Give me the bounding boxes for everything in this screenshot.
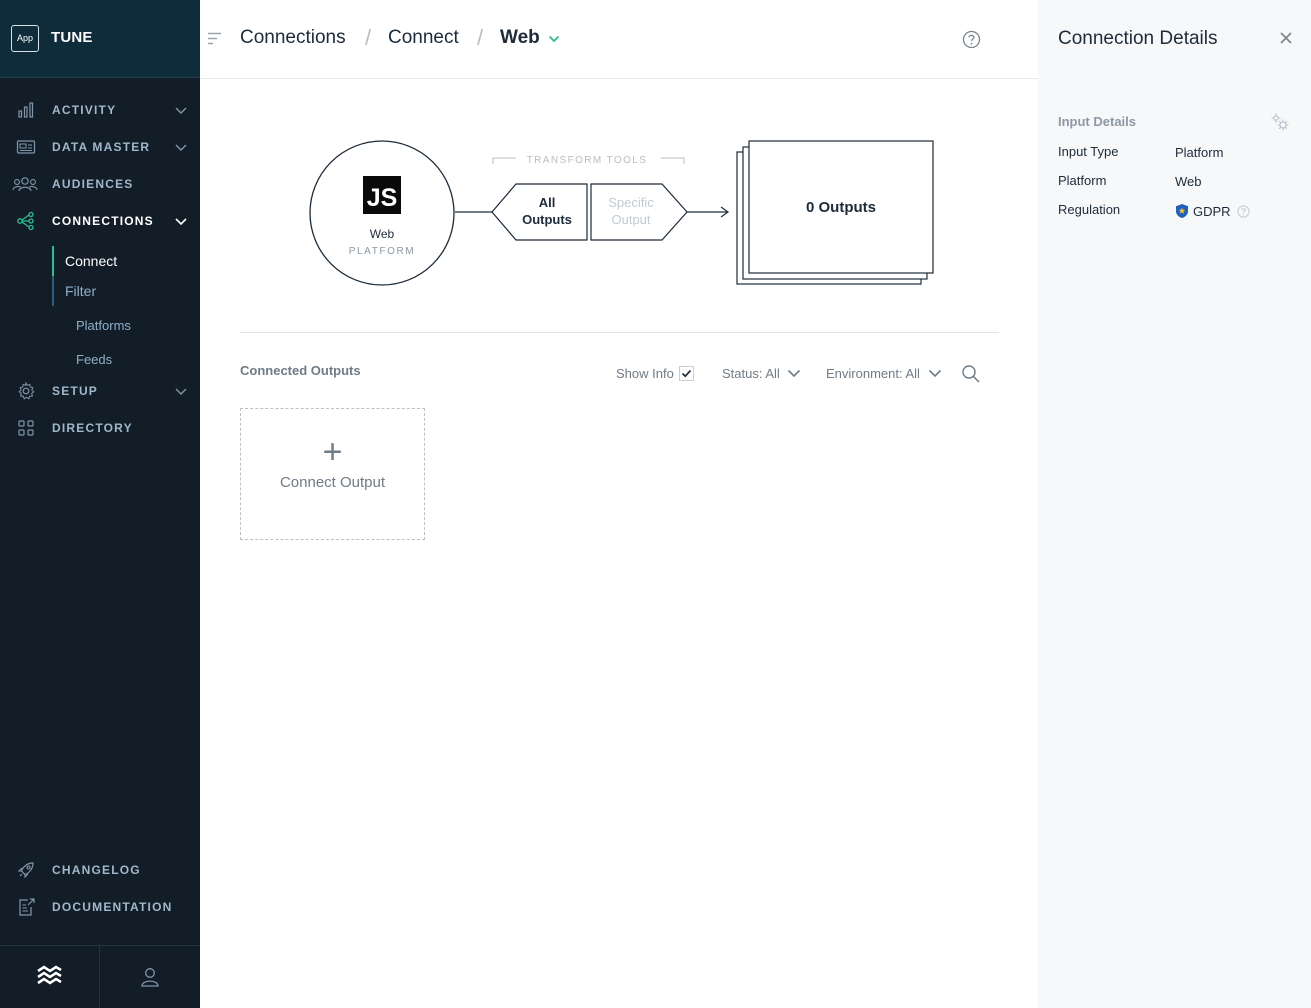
page-header: Connections / Connect / Web [200,0,1038,79]
breadcrumb-connect[interactable]: Connect [388,27,459,49]
grid-icon [18,420,34,436]
input-name: Web [370,227,395,241]
footer-divider [99,945,100,1008]
chevron-down-icon[interactable] [175,104,187,116]
sidebar-item-setup[interactable]: SETUP [0,376,200,406]
sidebar-item-documentation[interactable]: DOCUMENTATION [0,892,200,922]
chevron-down-icon[interactable] [548,34,560,44]
sidebar-item-directory[interactable]: DIRECTORY [0,413,200,443]
sidebar-item-activity[interactable]: ACTIVITY [0,95,200,125]
regulation-value: GDPR [1193,204,1231,219]
chevron-down-icon[interactable] [175,141,187,153]
active-indicator [52,246,54,276]
sidebar-subitem-platforms[interactable]: Platforms [76,318,131,333]
sidebar: App TUNE ACTIVITY DATA MASTER AUDIENCES … [0,0,200,1008]
collapse-menu-icon[interactable] [207,32,222,45]
sidebar-item-label: CONNECTIONS [52,214,154,228]
sidebar-item-audiences[interactable]: AUDIENCES [0,169,200,199]
breadcrumb-web[interactable]: Web [500,27,540,49]
plus-icon: + [322,433,343,471]
chevron-down-icon[interactable] [175,385,187,397]
rocket-icon [17,862,34,879]
sidebar-item-label: DIRECTORY [52,421,133,435]
connections-icon [17,211,34,231]
sidebar-footer [0,945,200,1008]
connection-flow-diagram: JS Web PLATFORM TRANSFORM TOOLS All Outp… [309,140,934,286]
sidebar-subitem-filter[interactable]: Filter [65,283,96,299]
sidebar-item-label: DOCUMENTATION [52,900,173,914]
arrow-right-icon [687,206,730,218]
brand-name: TUNE [51,29,93,46]
search-icon[interactable] [961,364,980,383]
breadcrumb-separator: / [477,25,484,50]
sidebar-item-label: AUDIENCES [52,177,134,191]
transform-all-line2: Outputs [522,212,572,227]
panel-title: Connection Details [1058,28,1218,49]
connect-output-label: Connect Output [279,474,386,491]
settings-gears-icon[interactable] [1270,112,1290,132]
platform-value: Web [1175,174,1202,189]
help-icon[interactable] [962,30,981,49]
external-doc-icon [19,898,35,916]
connection-details-panel: Connection Details Input Details Input T… [1038,0,1311,1008]
section-divider [240,332,999,333]
close-icon[interactable] [1278,30,1294,46]
chevron-down-icon[interactable] [175,215,187,227]
sidebar-item-label: SETUP [52,384,99,398]
gear-icon [18,381,35,400]
connected-outputs-title: Connected Outputs [240,363,361,378]
brand-header: App TUNE [0,0,200,78]
sidebar-subitem-feeds[interactable]: Feeds [76,352,112,367]
help-icon[interactable] [1237,205,1250,218]
sidebar-item-label: DATA MASTER [52,140,151,154]
regulation-label: Regulation [1058,202,1121,217]
platform-label: Platform [1058,173,1107,188]
transform-specific-line1: Specific [608,195,654,210]
input-type: PLATFORM [349,246,416,257]
input-type-value: Platform [1175,145,1224,160]
input-platform-node[interactable] [309,140,455,286]
input-type-label: Input Type [1058,144,1119,159]
sidebar-item-label: ACTIVITY [52,103,117,117]
connect-output-card[interactable]: + Connect Output [240,408,425,540]
sidebar-item-data-master[interactable]: DATA MASTER [0,132,200,162]
sidebar-item-label: CHANGELOG [52,863,141,877]
breadcrumb-separator: / [365,25,372,50]
subitem-indicator [52,276,54,306]
environment-filter[interactable]: Environment: All [826,366,920,381]
sidebar-item-changelog[interactable]: CHANGELOG [0,855,200,885]
app-logo-badge[interactable]: App [11,25,39,52]
sidebar-subitem-connect[interactable]: Connect [65,253,117,269]
gdpr-shield-icon [1176,204,1188,218]
transform-specific-line2: Output [611,212,650,227]
chevron-down-icon[interactable] [787,368,801,379]
status-filter[interactable]: Status: All [722,366,780,381]
tune-logo-icon[interactable] [36,965,63,987]
user-profile-icon[interactable] [140,966,160,988]
transform-all-line1: All [539,195,556,210]
breadcrumb-connections[interactable]: Connections [240,27,346,49]
transform-tools-caption: TRANSFORM TOOLS [527,155,648,166]
input-details-heading: Input Details [1058,114,1137,129]
show-info-label[interactable]: Show Info [616,366,674,381]
bar-chart-icon [18,102,34,118]
chevron-down-icon[interactable] [928,368,942,379]
data-master-icon [16,140,36,154]
js-badge-text: JS [367,184,398,212]
sidebar-item-connections[interactable]: CONNECTIONS [0,206,200,236]
show-info-checkbox[interactable] [679,366,694,381]
outputs-count-label: 0 Outputs [806,199,876,216]
audiences-icon [12,177,38,192]
